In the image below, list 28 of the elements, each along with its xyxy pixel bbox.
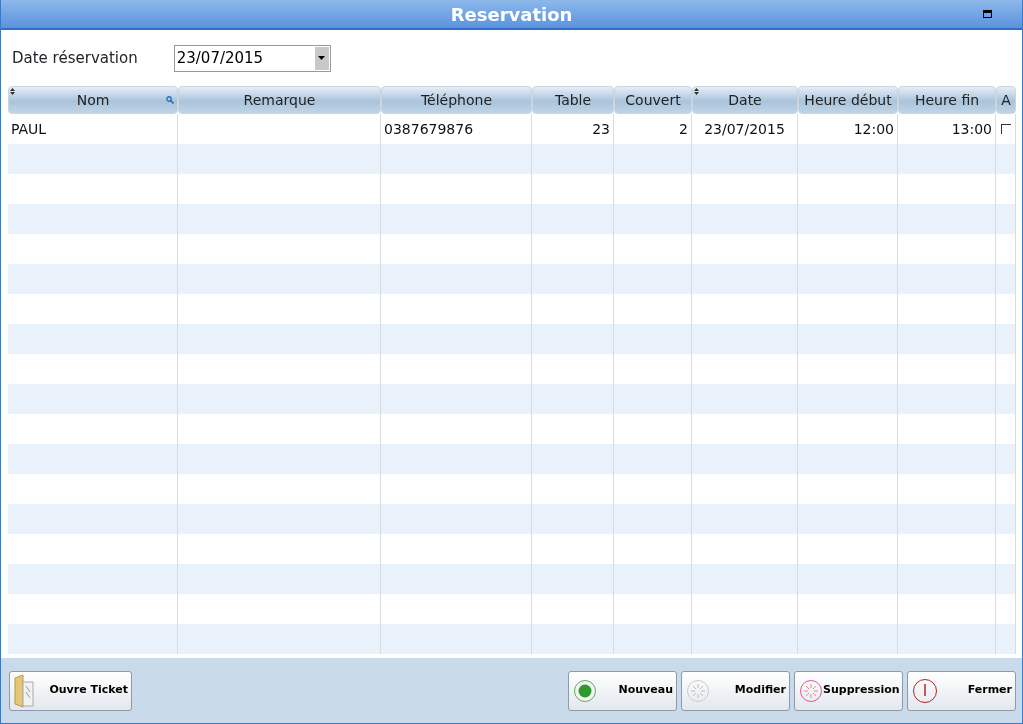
search-icon[interactable]	[166, 96, 174, 104]
column-header[interactable]: Nom	[8, 86, 178, 114]
column-header[interactable]: Heure fin	[898, 86, 996, 114]
column-header[interactable]: Heure début	[798, 86, 898, 114]
column-header[interactable]: Couvert	[614, 86, 692, 114]
action-button[interactable]: Suppression	[794, 670, 903, 711]
action-button[interactable]: Nouveau	[568, 670, 677, 711]
checkbox[interactable]	[1000, 123, 1011, 134]
date-label: Date réservation	[12, 47, 138, 69]
column-header[interactable]: A	[996, 86, 1016, 114]
maximize-button[interactable]	[983, 10, 992, 18]
asterisk-icon	[686, 678, 710, 703]
table-cell: 0387679876	[381, 114, 532, 144]
date-dropdown[interactable]: 23/07/2015	[173, 44, 331, 72]
power-icon	[912, 677, 938, 704]
column-header[interactable]: Table	[532, 86, 614, 114]
column-header[interactable]: Téléphone	[381, 86, 532, 114]
asterisk-icon	[799, 678, 823, 703]
action-button[interactable]: Ouvre Ticket	[9, 670, 132, 711]
column-header[interactable]: Date	[692, 86, 798, 114]
column-header[interactable]: Remarque	[178, 86, 381, 114]
circle-icon	[573, 678, 597, 703]
action-button[interactable]: Modifier	[681, 670, 790, 711]
action-button[interactable]: Fermer	[907, 670, 1016, 711]
sort-icon	[694, 88, 699, 95]
window-title: Reservation	[450, 2, 573, 27]
sort-icon	[10, 88, 15, 95]
folder-icon	[14, 673, 36, 708]
